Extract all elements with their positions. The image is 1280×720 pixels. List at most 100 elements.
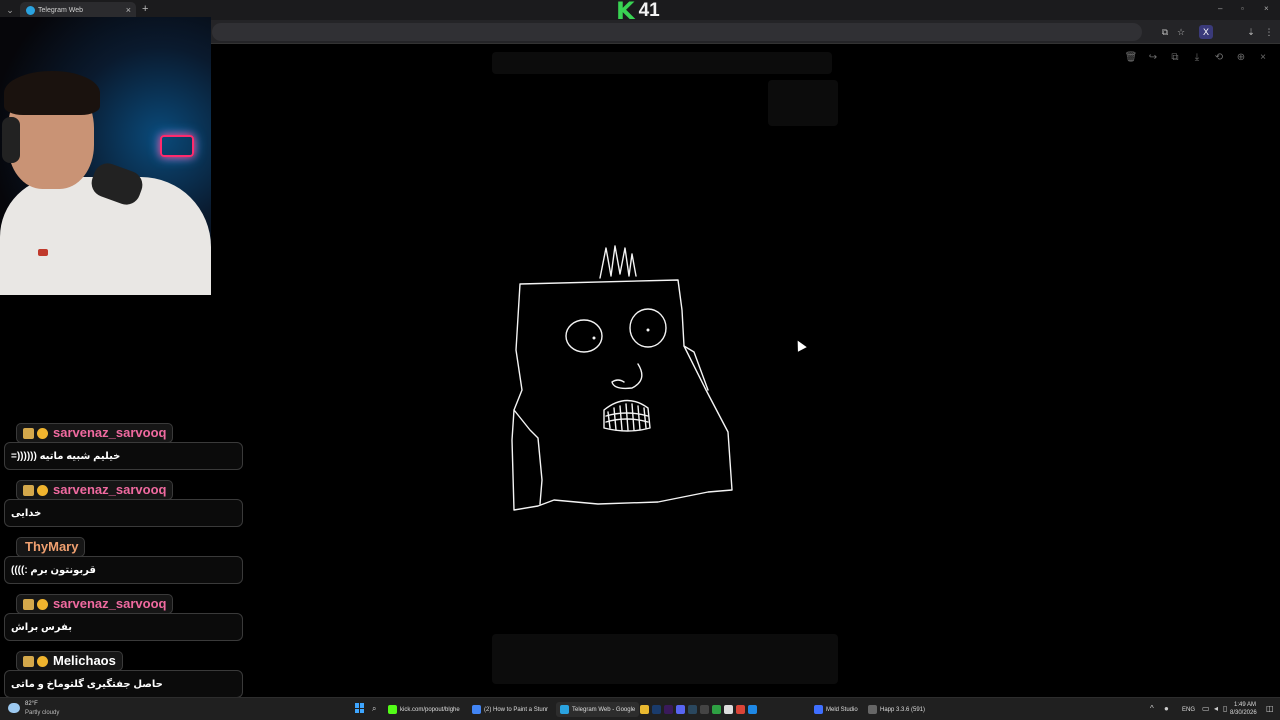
tray-overflow-chevron-icon[interactable]: ^ <box>1150 704 1154 714</box>
chat-message-box: قربونتون برم :)))) <box>4 556 243 584</box>
close-window-button[interactable]: × <box>1264 3 1269 15</box>
weather-condition: Partly cloudy <box>25 710 60 716</box>
taskbar-app-kick[interactable]: kick.com/popout/blghe <box>388 702 460 717</box>
chat-username[interactable]: sarvenaz_sarvooq <box>53 596 166 612</box>
download-icon[interactable]: ⤓ <box>1189 50 1205 66</box>
doodle-nose <box>611 363 643 390</box>
app-icon-notion[interactable] <box>724 705 733 714</box>
tab-search-chevron-icon[interactable]: ⌄ <box>4 4 16 16</box>
chat-username[interactable]: sarvenaz_sarvooq <box>53 482 166 498</box>
doodle-left-pupil <box>592 336 596 340</box>
forward-icon[interactable]: ↪ <box>1145 50 1161 66</box>
battery-icon[interactable]: ▯ <box>1223 704 1227 714</box>
downloads-icon[interactable]: ⇣ <box>1244 25 1258 39</box>
chat-username[interactable]: sarvenaz_sarvooq <box>53 425 166 441</box>
subscriber-badge-icon <box>23 427 34 439</box>
maximize-button[interactable]: ▫ <box>1241 3 1244 15</box>
chat-overlay: sarvenaz_sarvooq خیلیم شبیه ماتیه ((((((=… <box>0 420 245 705</box>
app-icon-blue[interactable] <box>676 705 685 714</box>
chat-username-pill: sarvenaz_sarvooq <box>16 423 174 443</box>
language-indicator[interactable]: ENG <box>1182 706 1195 714</box>
search-icon[interactable]: ⌕ <box>372 704 376 714</box>
shirt-logo <box>38 249 48 256</box>
headphone-icon <box>2 117 20 163</box>
app-icon-edge[interactable] <box>748 705 757 714</box>
chat-username-pill: ThyMary <box>16 537 86 557</box>
stream-score-overlay: K 41 <box>616 0 660 25</box>
taskbar-app-label: (2) How to Paint a Stunr <box>484 706 549 713</box>
close-viewer-icon[interactable]: × <box>1255 50 1271 66</box>
chat-message: sarvenaz_sarvooq خدایی <box>0 477 245 534</box>
photoshop-icon[interactable] <box>652 705 661 714</box>
doodle-right-eye <box>629 308 667 348</box>
chat-username-pill: sarvenaz_sarvooq <box>16 594 174 614</box>
taskbar-app-chrome-1[interactable]: (2) How to Paint a Stunr <box>472 702 548 717</box>
notifications-icon[interactable]: ◫ <box>1266 704 1274 714</box>
file-explorer-icon[interactable] <box>640 705 649 714</box>
doodle-left-arm <box>513 409 543 505</box>
doodle-body <box>511 279 733 511</box>
gift-badge-icon <box>37 655 48 667</box>
extension-x-icon[interactable]: X <box>1199 25 1213 39</box>
streamer-hair <box>4 71 100 115</box>
subscriber-badge-icon <box>23 655 34 667</box>
tab-title: Telegram Web <box>38 7 84 14</box>
chat-message-box: خیلیم شبیه ماتیه ((((((= <box>4 442 243 470</box>
taskbar-app-happ[interactable]: Happ 3.3.6 (591) <box>868 702 925 717</box>
dimmed-panel <box>768 80 838 126</box>
new-tab-button[interactable]: + <box>142 3 148 15</box>
telegram-favicon-icon <box>26 6 35 15</box>
chrome-app-icon <box>560 705 569 714</box>
taskbar-app-label: Happ 3.3.6 (591) <box>880 706 926 713</box>
delete-icon[interactable]: 🗑 <box>1123 50 1139 66</box>
chat-message-text: قربونتون برم :)))) <box>11 565 96 576</box>
clock-date[interactable]: 8/30/2026 <box>1230 709 1257 717</box>
app-icon-steam[interactable] <box>688 705 697 714</box>
chat-username-pill: sarvenaz_sarvooq <box>16 480 174 500</box>
chat-message-text: خدایی <box>11 508 42 519</box>
kick-logo: K <box>616 0 635 25</box>
taskbar-app-label: Meld Studio <box>826 706 858 713</box>
chat-username[interactable]: ThyMary <box>25 539 78 555</box>
taskbar-app-label: Telegram Web - Google <box>572 706 636 713</box>
premiere-icon[interactable] <box>664 705 673 714</box>
chat-message-text: حاصل جفتگیری گلتوماخ و ماتی <box>11 679 163 690</box>
kick-app-icon <box>388 705 397 714</box>
doodle-teeth <box>607 403 647 431</box>
chat-message-box: حاصل جفتگیری گلتوماخ و ماتی <box>4 670 243 698</box>
tab-close-icon[interactable]: × <box>126 4 131 16</box>
minimize-button[interactable]: – <box>1218 3 1222 15</box>
network-icon[interactable]: ▭ <box>1202 704 1210 714</box>
chat-message-box: خدایی <box>4 499 243 527</box>
bookmark-star-icon[interactable]: ☆ <box>1174 25 1188 39</box>
gift-badge-icon <box>37 598 48 610</box>
copy-icon[interactable]: ⧉ <box>1167 50 1183 66</box>
media-viewer: 🗑 ↪ ⧉ ⤓ ⟲ ⊕ × <box>212 44 1280 697</box>
tray-mic-icon[interactable]: ● <box>1164 704 1169 714</box>
app-icon-green[interactable] <box>712 705 721 714</box>
weather-temp: 82°F <box>25 701 38 707</box>
address-bar[interactable] <box>212 23 1142 41</box>
taskbar-pinned-icons <box>640 702 757 717</box>
taskbar-app-telegram[interactable]: Telegram Web - Google <box>556 702 640 717</box>
rotate-icon[interactable]: ⟲ <box>1211 50 1227 66</box>
windows-taskbar: 82°F Partly cloudy ⌕ kick.com/popout/blg… <box>0 697 1280 720</box>
chat-username[interactable]: Melichaos <box>53 653 116 669</box>
chat-message-text: خیلیم شبیه ماتیه ((((((= <box>11 451 121 462</box>
dimmed-composer <box>492 634 838 684</box>
volume-icon[interactable]: ◂ <box>1214 704 1218 714</box>
app-icon-chrome[interactable] <box>736 705 745 714</box>
dimmed-chat-header <box>492 52 832 74</box>
install-app-icon[interactable]: ⧉ <box>1158 25 1172 39</box>
chat-message-text: بفرس براش <box>11 622 72 633</box>
start-windows-icon[interactable] <box>355 703 365 713</box>
weather-cloud-icon[interactable] <box>8 703 20 713</box>
browser-menu-icon[interactable]: ⋮ <box>1262 25 1276 39</box>
chat-message: ThyMary قربونتون برم :)))) <box>0 534 245 591</box>
app-icon-obs[interactable] <box>700 705 709 714</box>
taskbar-app-meld[interactable]: Meld Studio <box>814 702 858 717</box>
doodle-hair <box>599 245 637 279</box>
zoom-in-icon[interactable]: ⊕ <box>1233 50 1249 66</box>
clock-time[interactable]: 1:49 AM <box>1234 701 1256 709</box>
score-value: 41 <box>638 0 660 21</box>
